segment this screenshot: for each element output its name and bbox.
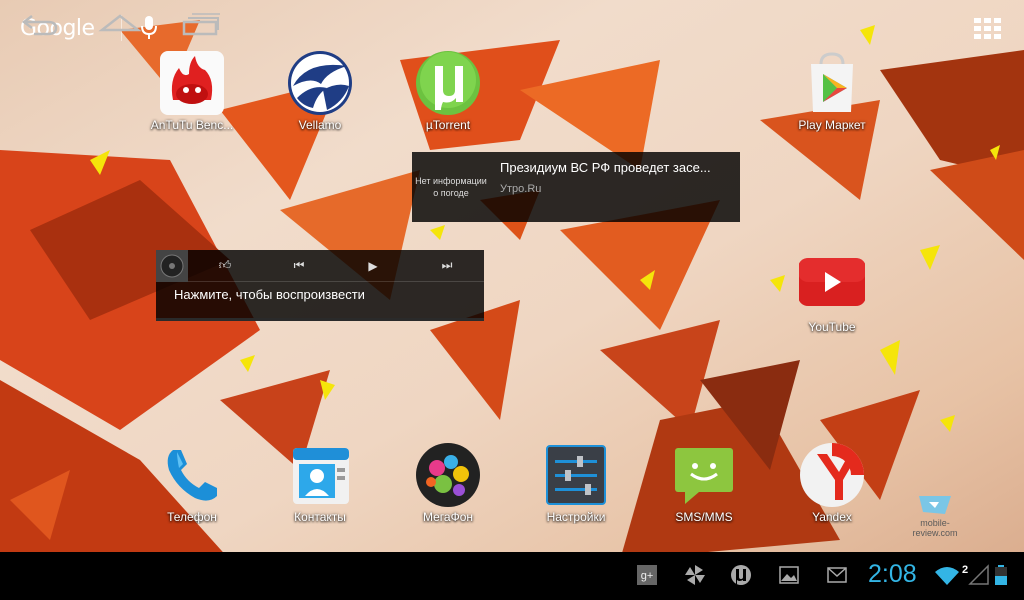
vellamo-icon	[287, 50, 353, 116]
play-icon[interactable]: ▶	[336, 259, 410, 273]
wifi-icon	[935, 567, 959, 585]
watermark-text: mobile-review.com	[912, 518, 958, 538]
settings-icon	[543, 442, 609, 508]
app-label: µTorrent	[425, 118, 471, 132]
app-phone[interactable]: Телефон	[142, 442, 242, 524]
svg-text:g+: g+	[641, 570, 654, 582]
youtube-icon	[798, 252, 866, 318]
app-label: Yandex	[812, 510, 852, 524]
app-utorrent[interactable]: µTorrent	[398, 50, 498, 132]
battery-icon	[995, 565, 1007, 585]
antutu-icon	[159, 50, 225, 116]
recent-apps-icon[interactable]	[178, 10, 222, 38]
app-settings[interactable]: Настройки	[526, 442, 626, 524]
app-label: Контакты	[294, 510, 346, 524]
app-label: Play Маркет	[798, 118, 866, 132]
back-icon[interactable]	[18, 10, 62, 38]
album-art[interactable]	[156, 249, 188, 282]
status-clock[interactable]: 2:08	[868, 560, 917, 589]
app-label: YouTube	[808, 320, 856, 334]
microphone-icon[interactable]	[140, 15, 158, 41]
news-widget[interactable]: Нет информации о погоде Президиум ВС РФ …	[412, 152, 740, 222]
sms-icon	[671, 442, 737, 508]
watermark-logo-icon	[919, 496, 951, 514]
app-contacts[interactable]: Контакты	[270, 442, 370, 524]
next-icon[interactable]: ⏭	[410, 258, 484, 273]
app-sms[interactable]: SMS/MMS	[654, 442, 754, 524]
weather-status: Нет информации о погоде	[415, 176, 487, 198]
thumbs-up-icon[interactable]: 👍︎	[188, 258, 262, 273]
app-megafon[interactable]: МегаФон	[398, 442, 498, 524]
signal-icon	[968, 564, 989, 585]
app-label: AnTuTu Benc...	[150, 118, 234, 132]
play-prompt[interactable]: Нажмите, чтобы воспроизвести	[156, 282, 484, 302]
app-vellamo[interactable]: Vellamo	[270, 50, 370, 132]
app-antutu[interactable]: AnTuTu Benc...	[142, 50, 242, 132]
app-label: Настройки	[546, 510, 606, 524]
music-widget[interactable]: 👍︎ ⏮ ▶ ⏭ Нажмите, чтобы воспроизвести	[156, 249, 484, 321]
contacts-icon	[287, 442, 353, 508]
watermark: mobile-review.com	[900, 494, 970, 538]
news-headline[interactable]: Президиум ВС РФ проведет засе...	[500, 160, 730, 175]
gmail-icon[interactable]	[826, 564, 848, 586]
app-play-store[interactable]: Play Маркет	[782, 50, 882, 132]
app-grid-icon[interactable]	[974, 18, 1002, 39]
app-label: Телефон	[167, 510, 217, 524]
news-source: Утро.Ru	[500, 183, 542, 195]
utorrent-notification-icon[interactable]	[730, 564, 752, 586]
app-yandex[interactable]: Yandex	[782, 442, 882, 524]
yandex-icon	[799, 442, 865, 508]
home-icon[interactable]	[98, 10, 142, 38]
phone-icon	[159, 442, 225, 508]
app-youtube[interactable]: YouTube	[782, 252, 882, 334]
google-plus-icon[interactable]: g+	[636, 564, 658, 586]
music-progress-bar	[156, 318, 484, 321]
app-label: Vellamo	[298, 118, 342, 132]
megafon-icon	[415, 442, 481, 508]
play-store-icon	[799, 50, 865, 116]
app-label: МегаФон	[422, 510, 473, 524]
utorrent-icon	[415, 50, 481, 116]
app-label: SMS/MMS	[675, 510, 733, 524]
previous-icon[interactable]: ⏮	[262, 258, 336, 273]
pinwheel-icon[interactable]	[684, 564, 706, 586]
gallery-icon[interactable]	[778, 564, 800, 586]
